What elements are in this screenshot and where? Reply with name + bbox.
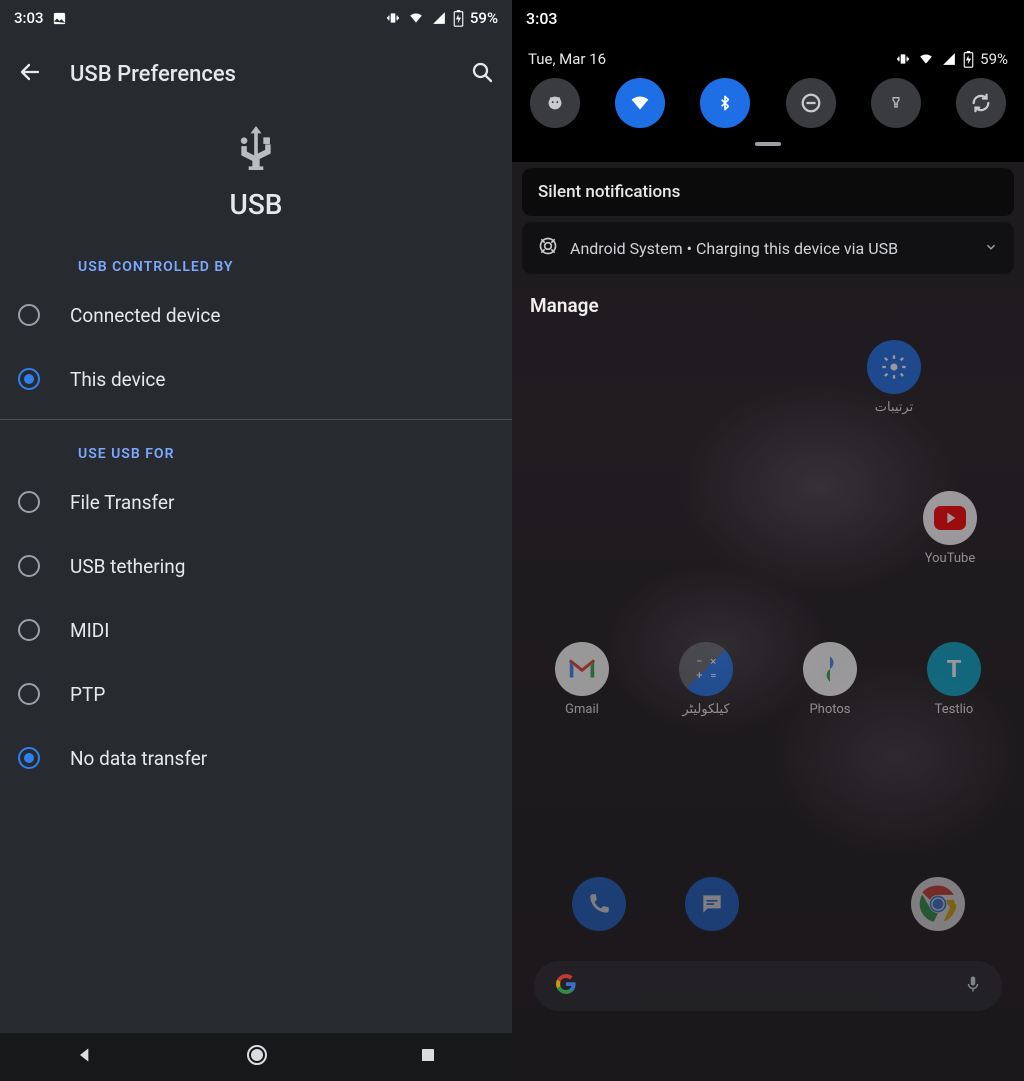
phone-right: 3:03 Tue, Mar 16 59% Silent notificatio (512, 0, 1024, 1081)
back-arrow-icon[interactable] (18, 60, 42, 88)
radio-ptp[interactable]: PTP (0, 662, 512, 726)
qs-date: Tue, Mar 16 (528, 50, 606, 68)
radio-no-data-transfer[interactable]: No data transfer (0, 726, 512, 790)
radio-icon (18, 683, 40, 705)
radio-label: Connected device (70, 304, 220, 327)
section-use-usb-for-title: USE USB FOR (0, 420, 512, 470)
quick-settings-panel[interactable]: Tue, Mar 16 59% (512, 36, 1024, 162)
google-g-icon (554, 972, 578, 1000)
manage-label: Manage (530, 294, 599, 317)
nav-bar-left (0, 1033, 512, 1081)
qs-tile-android-head[interactable] (530, 78, 580, 128)
phone-left: 3:03 59% USB Preferences (0, 0, 512, 1081)
notification-text: Android System • Charging this device vi… (570, 239, 898, 258)
app-label: Testlio (935, 702, 974, 717)
radio-label: PTP (70, 683, 105, 706)
qs-tile-flashlight[interactable] (871, 78, 921, 128)
status-bar-left: 3:03 59% (0, 0, 512, 36)
radio-label: This device (70, 368, 165, 391)
app-calculator[interactable]: −× + = کیلکولیٹر (658, 642, 754, 717)
mic-icon[interactable] (964, 972, 982, 1000)
dock-phone[interactable] (551, 877, 647, 931)
wifi-icon (407, 11, 425, 25)
app-label: Photos (809, 702, 850, 717)
chevron-down-icon[interactable] (984, 239, 998, 258)
svg-text:−: − (696, 654, 702, 668)
app-photos[interactable]: Photos (782, 642, 878, 717)
radio-icon (18, 619, 40, 641)
radio-file-transfer[interactable]: File Transfer (0, 470, 512, 534)
notification-usb-charging[interactable]: Android System • Charging this device vi… (522, 222, 1014, 274)
radio-midi[interactable]: MIDI (0, 598, 512, 662)
cell-icon (431, 11, 447, 25)
cell-icon (941, 52, 957, 66)
android-system-icon (538, 236, 558, 260)
section-controlled-by-title: USB CONTROLLED BY (0, 233, 512, 283)
radio-icon (18, 747, 40, 769)
vibrate-icon (895, 52, 911, 66)
dock-chrome[interactable] (890, 877, 986, 931)
silent-notifications-title: Silent notifications (538, 182, 680, 202)
qs-toggles (526, 78, 1010, 128)
usb-hero: USB (0, 104, 512, 233)
nav-home-icon[interactable] (245, 1043, 269, 1071)
app-label: کیلکولیٹر (682, 702, 729, 717)
radio-icon (18, 304, 40, 326)
radio-icon (18, 555, 40, 577)
battery-icon (453, 10, 464, 27)
svg-text:+: + (696, 668, 702, 682)
status-time: 3:03 (526, 9, 558, 28)
radio-connected-device[interactable]: Connected device (0, 283, 512, 347)
app-label: ترتیبات (875, 400, 913, 415)
usb-hero-label: USB (230, 188, 283, 221)
nav-recents-icon[interactable] (419, 1046, 437, 1068)
dock-messages[interactable] (664, 877, 760, 931)
wifi-icon (917, 52, 935, 66)
search-bar[interactable] (534, 961, 1002, 1011)
radio-label: File Transfer (70, 491, 174, 514)
qs-tile-rotate[interactable] (956, 78, 1006, 128)
radio-label: No data transfer (70, 747, 207, 770)
app-bar: USB Preferences (0, 44, 512, 104)
radio-label: MIDI (70, 619, 109, 642)
qs-tile-bluetooth[interactable] (700, 78, 750, 128)
vibrate-icon (385, 11, 401, 25)
status-bar-right: 3:03 (512, 0, 1024, 36)
usb-icon (234, 122, 278, 178)
radio-label: USB tethering (70, 555, 185, 578)
app-label: YouTube (925, 551, 976, 566)
search-icon[interactable] (470, 60, 494, 88)
qs-drag-handle[interactable] (755, 142, 781, 146)
status-battery-pct: 59% (470, 9, 498, 27)
qs-tile-dnd[interactable] (786, 78, 836, 128)
silent-notifications-header: Silent notifications (522, 168, 1014, 216)
app-gmail[interactable]: Gmail (534, 642, 630, 717)
status-time: 3:03 (14, 9, 44, 27)
qs-date-row: Tue, Mar 16 59% (526, 46, 1010, 78)
nav-back-icon[interactable] (75, 1045, 95, 1069)
app-testlio[interactable]: T Testlio (906, 642, 1002, 717)
status-battery-pct: 59% (980, 50, 1008, 68)
photo-icon (52, 11, 67, 26)
radio-icon (18, 491, 40, 513)
app-settings[interactable]: ترتیبات (846, 340, 942, 415)
radio-this-device[interactable]: This device (0, 347, 512, 411)
svg-text:×: × (710, 654, 716, 668)
manage-button[interactable]: Manage (512, 280, 1024, 325)
qs-tile-wifi[interactable] (615, 78, 665, 128)
page-title: USB Preferences (70, 62, 236, 87)
radio-icon (18, 368, 40, 390)
app-youtube[interactable]: YouTube (902, 491, 998, 566)
svg-text:=: = (710, 668, 716, 682)
battery-icon (963, 51, 974, 68)
radio-usb-tethering[interactable]: USB tethering (0, 534, 512, 598)
app-label: Gmail (565, 702, 599, 717)
